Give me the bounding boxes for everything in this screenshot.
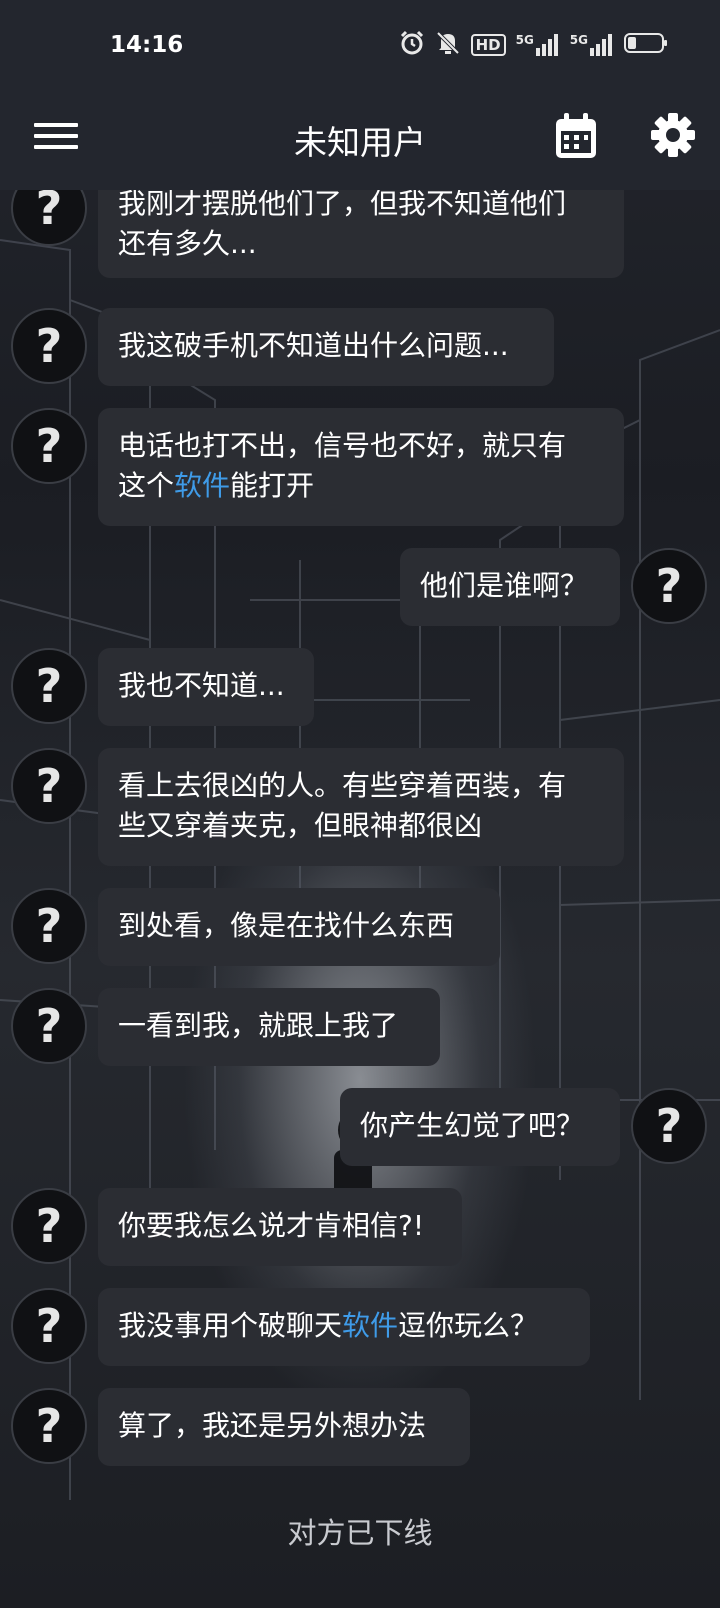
message-text: 看上去很凶的人。有些穿着西装，有 xyxy=(118,769,567,802)
offline-notice: 对方已下线 xyxy=(287,1516,433,1550)
message-bubble[interactable]: 电话也打不出，信号也不好，就只有 这个软件能打开 xyxy=(98,408,624,526)
status-icons: HD 5G 5G xyxy=(399,30,668,60)
status-bar: 14:16 HD 5G 5G xyxy=(0,0,720,92)
avatar[interactable]: ? xyxy=(11,1388,87,1464)
message-bubble[interactable]: 到处看，像是在找什么东西 xyxy=(98,888,500,966)
avatar[interactable]: ? xyxy=(11,308,87,384)
message-text: 电话也打不出，信号也不好，就只有 xyxy=(118,429,567,462)
message-text: 你产生幻觉了吧？ xyxy=(360,1109,585,1142)
gear-icon[interactable] xyxy=(650,112,696,158)
message-bubble[interactable]: 他们是谁啊？ xyxy=(400,548,620,626)
message-bubble[interactable]: 我没事用个破聊天软件逗你玩么？ xyxy=(98,1288,590,1366)
chat-list[interactable]: ? 我刚才摆脱他们了，但我不知道他们 还有多久... ? 我这破手机不知道出什么… xyxy=(0,190,720,1608)
avatar[interactable]: ? xyxy=(11,648,87,724)
message-bubble[interactable]: 你产生幻觉了吧？ xyxy=(340,1088,620,1166)
message-text: 我也不知道... xyxy=(118,669,285,702)
alarm-icon xyxy=(399,30,425,60)
avatar[interactable]: ? xyxy=(631,1088,707,1164)
message-text: 我刚才摆脱他们了，但我不知道他们 xyxy=(118,190,567,220)
software-link[interactable]: 软件 xyxy=(174,469,230,502)
mute-icon xyxy=(435,30,461,60)
hd-icon: HD xyxy=(470,34,506,56)
avatar[interactable]: ? xyxy=(631,548,707,624)
message-text: 算了，我还是另外想办法 xyxy=(118,1409,427,1442)
message-bubble[interactable]: 算了，我还是另外想办法 xyxy=(98,1388,470,1466)
message-text: 一看到我，就跟上我了 xyxy=(118,1009,399,1042)
avatar[interactable]: ? xyxy=(11,748,87,824)
status-time: 14:16 xyxy=(110,32,184,58)
message-text: 我这破手机不知道出什么问题... xyxy=(118,329,509,362)
signal-5g-icon: 5G xyxy=(516,34,560,56)
message-text: 你要我怎么说才肯相信?! xyxy=(118,1209,425,1242)
app-bar: 未知用户 xyxy=(0,92,720,190)
avatar[interactable]: ? xyxy=(11,1188,87,1264)
message-text: 他们是谁啊？ xyxy=(420,569,589,602)
avatar[interactable]: ? xyxy=(11,888,87,964)
battery-icon xyxy=(624,32,668,58)
message-bubble[interactable]: 我这破手机不知道出什么问题... xyxy=(98,308,554,386)
software-link[interactable]: 软件 xyxy=(342,1309,398,1342)
avatar[interactable]: ? xyxy=(11,190,87,246)
message-text: 还有多久... xyxy=(118,227,257,260)
page-title: 未知用户 xyxy=(294,123,426,162)
message-bubble[interactable]: 你要我怎么说才肯相信?! xyxy=(98,1188,462,1266)
avatar[interactable]: ? xyxy=(11,408,87,484)
calendar-icon[interactable] xyxy=(554,112,598,160)
avatar[interactable]: ? xyxy=(11,988,87,1064)
avatar[interactable]: ? xyxy=(11,1288,87,1364)
message-text: 我没事用个破聊天软件逗你玩么？ xyxy=(118,1309,539,1342)
message-bubble[interactable]: 我刚才摆脱他们了，但我不知道他们 还有多久... xyxy=(98,190,624,278)
signal-5g-icon: 5G xyxy=(570,34,614,56)
message-bubble[interactable]: 看上去很凶的人。有些穿着西装，有 些又穿着夹克，但眼神都很凶 xyxy=(98,748,624,866)
message-bubble[interactable]: 我也不知道... xyxy=(98,648,314,726)
message-text: 到处看，像是在找什么东西 xyxy=(118,909,455,942)
message-text: 这个软件能打开 xyxy=(118,469,315,502)
message-text: 些又穿着夹克，但眼神都很凶 xyxy=(118,809,483,842)
message-bubble[interactable]: 一看到我，就跟上我了 xyxy=(98,988,440,1066)
